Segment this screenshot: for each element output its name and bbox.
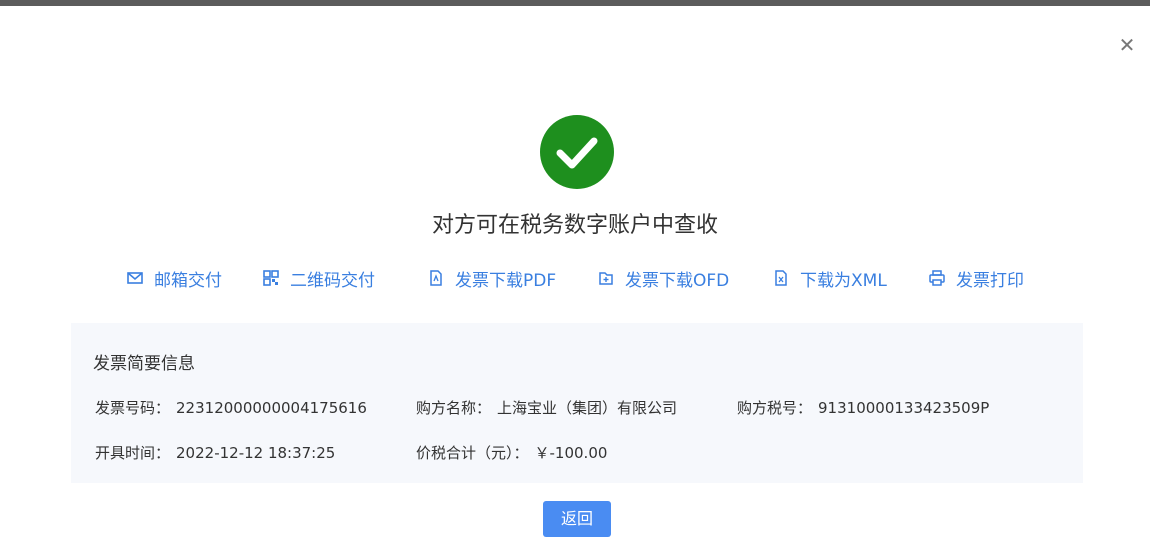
email-delivery-label: 邮箱交付 (154, 270, 222, 291)
download-xml-link[interactable]: 下载为XML (772, 263, 887, 293)
close-icon[interactable]: ✕ (1118, 33, 1136, 57)
buyer-name-field: 购方名称： 上海宝业（集团）有限公司 (416, 397, 677, 418)
qrcode-icon (262, 269, 280, 287)
delivery-actions: 邮箱交付 二维码交付 发票下载PDF 发票下载OFD 下载为XML 发票打印 (0, 263, 1150, 293)
download-ofd-label: 发票下载OFD (625, 270, 730, 291)
print-invoice-label: 发票打印 (956, 270, 1024, 291)
invoice-summary-panel: 发票简要信息 发票号码： 22312000000004175616 购方名称： 上海… (71, 323, 1083, 483)
printer-icon (928, 269, 946, 287)
top-border (0, 0, 1150, 6)
buyer-tax-value: 91310000133423509P (818, 399, 990, 417)
invoice-number-label: 发票号码： (95, 399, 171, 417)
check-circle-icon (540, 115, 614, 189)
back-button[interactable]: 返回 (543, 501, 611, 537)
invoice-number-field: 发票号码： 22312000000004175616 (95, 397, 367, 418)
buyer-name-value: 上海宝业（集团）有限公司 (497, 399, 678, 417)
summary-title: 发票简要信息 (93, 354, 195, 374)
total-amount-label: 价税合计（元）： (416, 444, 529, 462)
buyer-tax-field: 购方税号： 91310000133423509P (737, 397, 989, 418)
xml-file-icon (772, 269, 790, 287)
download-pdf-link[interactable]: 发票下载PDF (427, 263, 556, 293)
ofd-file-icon (597, 269, 615, 287)
invoice-number-value: 22312000000004175616 (176, 399, 367, 417)
pdf-file-icon (427, 269, 445, 287)
issue-time-value: 2022-12-12 18:37:25 (176, 444, 336, 462)
mail-icon (126, 269, 144, 287)
total-amount-field: 价税合计（元）： ￥-100.00 (416, 442, 607, 463)
qrcode-delivery-label: 二维码交付 (290, 270, 375, 291)
buyer-name-label: 购方名称： (416, 399, 492, 417)
status-heading: 对方可在税务数字账户中查收 (431, 213, 718, 238)
download-xml-label: 下载为XML (800, 270, 887, 291)
download-pdf-label: 发票下载PDF (455, 270, 557, 291)
total-amount-value: ￥-100.00 (534, 444, 608, 462)
download-ofd-link[interactable]: 发票下载OFD (597, 263, 729, 293)
issue-time-field: 开具时间： 2022-12-12 18:37:25 (95, 442, 335, 463)
issue-time-label: 开具时间： (95, 444, 171, 462)
buyer-tax-label: 购方税号： (737, 399, 813, 417)
print-invoice-link[interactable]: 发票打印 (928, 263, 1024, 293)
email-delivery-link[interactable]: 邮箱交付 (126, 263, 222, 293)
qrcode-delivery-link[interactable]: 二维码交付 (262, 263, 375, 293)
